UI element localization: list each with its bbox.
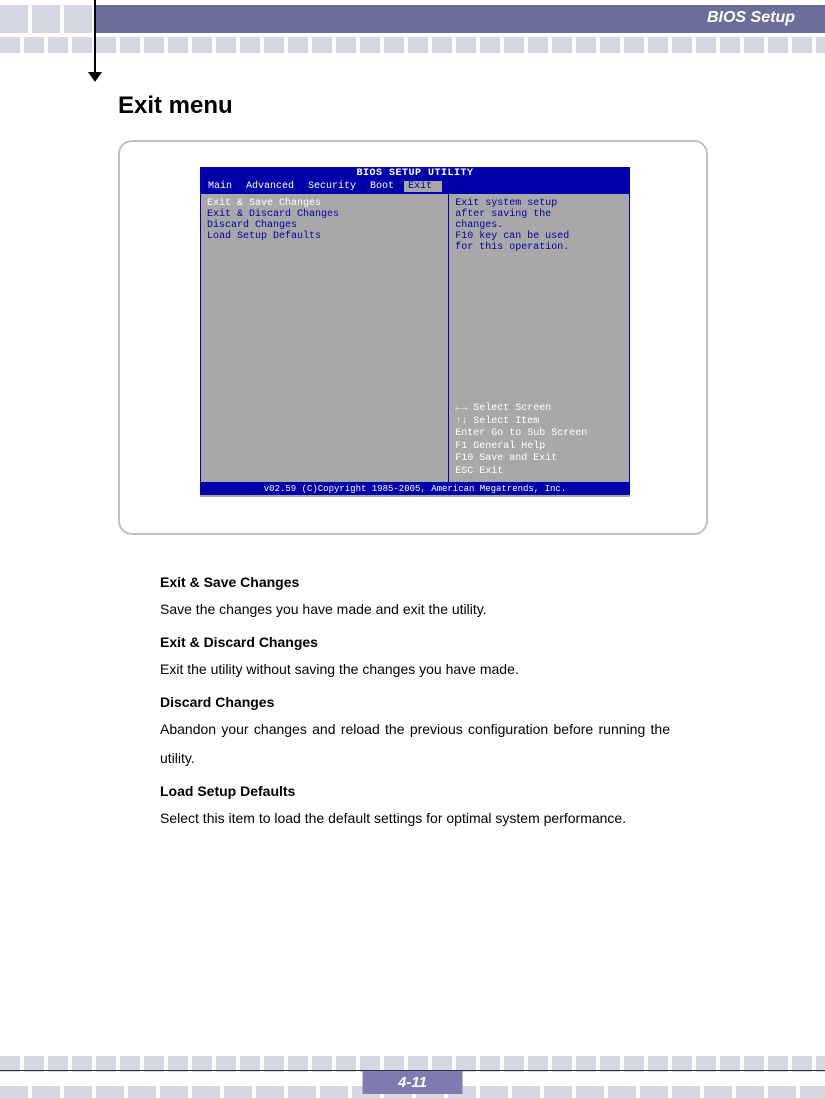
- bios-menu-security: Security: [304, 181, 366, 192]
- chapter-header: BIOS Setup: [96, 5, 825, 33]
- section-heading: Exit & Discard Changes: [160, 631, 670, 653]
- bios-footer: v02.59 (C)Copyright 1985-2005, American …: [200, 483, 630, 495]
- bios-title-bar: BIOS SETUP UTILITY: [200, 167, 630, 180]
- arrow-down-icon: [88, 72, 102, 82]
- bios-menu-boot: Boot: [366, 181, 404, 192]
- section-body: Save the changes you have made and exit …: [160, 595, 670, 624]
- bios-item: Discard Changes: [207, 220, 442, 231]
- bios-nav-help: ←→ Select Screen ↑↓ Select Item Enter Go…: [455, 403, 623, 478]
- footer: 4-11: [0, 1048, 825, 1098]
- doc-body: Exit & Save Changes Save the changes you…: [160, 565, 670, 834]
- section-body: Exit the utility without saving the chan…: [160, 655, 670, 684]
- page-number: 4-11: [362, 1071, 463, 1094]
- section-heading: Discard Changes: [160, 691, 670, 713]
- bios-item: Load Setup Defaults: [207, 231, 442, 242]
- bios-menu-exit: Exit: [404, 181, 442, 192]
- bios-frame: BIOS SETUP UTILITY Main Advanced Securit…: [118, 140, 708, 535]
- bios-item: Exit & Discard Changes: [207, 209, 442, 220]
- arrow-line: [94, 0, 96, 78]
- top-decor: BIOS Setup: [0, 0, 825, 52]
- bios-menu-main: Main: [204, 181, 242, 192]
- bios-item: Exit & Save Changes: [207, 198, 442, 209]
- page-title: Exit menu: [118, 92, 233, 120]
- bios-item-list: Exit & Save Changes Exit & Discard Chang…: [201, 194, 449, 482]
- bios-screen: BIOS SETUP UTILITY Main Advanced Securit…: [200, 167, 630, 497]
- section-body: Select this item to load the default set…: [160, 804, 670, 833]
- bios-help-text: Exit system setup after saving the chang…: [455, 198, 623, 253]
- section-heading: Exit & Save Changes: [160, 571, 670, 593]
- section-heading: Load Setup Defaults: [160, 780, 670, 802]
- bios-menu-advanced: Advanced: [242, 181, 304, 192]
- bios-menu-bar: Main Advanced Security Boot Exit: [200, 180, 630, 193]
- section-body: Abandon your changes and reload the prev…: [160, 715, 670, 774]
